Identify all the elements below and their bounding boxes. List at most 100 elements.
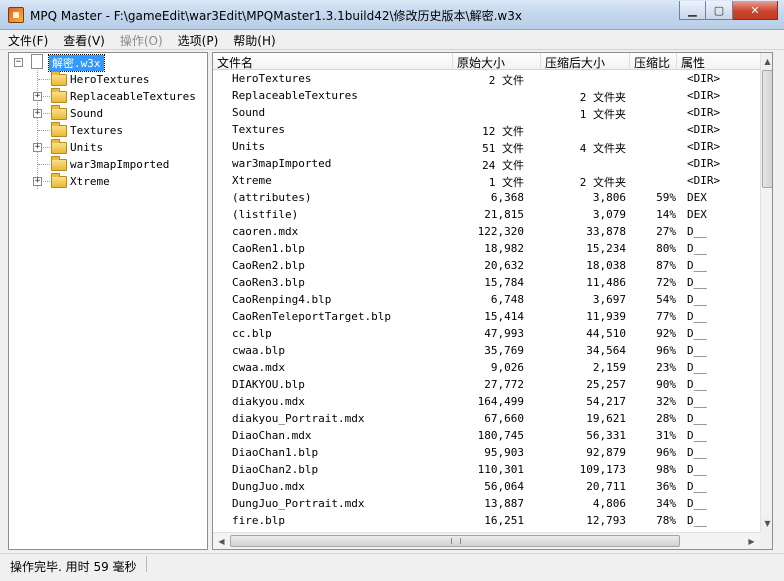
app-icon [8,7,24,23]
horizontal-scrollbar[interactable]: ◀ ▶ [213,532,760,549]
horizontal-scroll-thumb[interactable] [230,535,680,547]
table-row[interactable]: Sound 1 文件夹 <DIR> [213,104,760,121]
table-row[interactable]: caoren.mdx 122,320 33,878 27% D__ [213,223,760,240]
menu-help[interactable]: 帮助(H) [225,30,282,50]
close-icon: ✕ [750,3,760,17]
compressed-size-cell: 54,217 [586,395,626,408]
file-name-cell: (listfile) [232,208,299,221]
compressed-size-cell: 18,038 [586,259,626,272]
table-row[interactable]: fire.blp 16,251 12,793 78% D__ [213,512,760,529]
expand-icon[interactable]: + [33,109,42,118]
table-row[interactable]: (listfile) 21,815 3,079 14% DEX [213,206,760,223]
table-row[interactable]: ReplaceableTextures 2 文件夹 <DIR> [213,87,760,104]
tree-item[interactable]: HeroTextures [9,71,207,88]
table-row[interactable]: HeroTextures 2 文件 <DIR> [213,70,760,87]
file-name-cell: diakyou.mdx [232,395,305,408]
vertical-scroll-thumb[interactable] [762,70,772,188]
file-name-cell: Units [232,140,266,153]
ratio-cell: 36% [656,480,676,493]
table-row[interactable]: diakyou.mdx 164,499 54,217 32% D__ [213,393,760,410]
menu-operation[interactable]: 操作(O) [112,30,170,50]
expand-icon[interactable]: + [33,177,42,186]
scroll-right-icon[interactable]: ▶ [743,533,760,549]
table-row[interactable]: (attributes) 6,368 3,806 59% DEX [213,189,760,206]
tree-item[interactable]: + Xtreme [9,173,207,190]
vertical-scrollbar[interactable]: ▲ ▼ [760,53,772,532]
table-row[interactable]: Xtreme 1 文件 2 文件夹 <DIR> [213,172,760,189]
original-size-cell: 95,903 [484,446,524,459]
column-header-ratio[interactable]: 压缩比 [630,53,677,70]
attributes-cell: D__ [687,463,707,476]
scroll-up-icon[interactable]: ▲ [761,53,772,70]
table-row[interactable]: war3mapImported 24 文件 <DIR> [213,155,760,172]
table-row[interactable]: Units 51 文件 4 文件夹 <DIR> [213,138,760,155]
file-list[interactable]: 文件名 原始大小 压缩后大小 压缩比 属性 HeroTextures 2 文件 <D… [212,52,773,550]
menu-options[interactable]: 选项(P) [170,30,226,50]
table-row[interactable]: DiaoChan2.blp 110,301 109,173 98% D__ [213,461,760,478]
table-row[interactable]: CaoRenping4.blp 6,748 3,697 54% D__ [213,291,760,308]
table-row[interactable]: CaoRen2.blp 20,632 18,038 87% D__ [213,257,760,274]
column-header-name[interactable]: 文件名 [213,53,453,70]
attributes-cell: D__ [687,293,707,306]
scroll-down-icon[interactable]: ▼ [761,515,772,532]
ratio-cell: 80% [656,242,676,255]
scroll-left-icon[interactable]: ◀ [213,533,230,549]
file-name-cell: war3mapImported [232,157,332,170]
attributes-cell: <DIR> [687,174,721,187]
compressed-size-cell: 1 文件夹 [579,108,626,121]
menu-file[interactable]: 文件(F) [0,30,55,50]
attributes-cell: D__ [687,259,707,272]
tree-item[interactable]: Textures [9,122,207,139]
table-row[interactable]: CaoRen3.blp 15,784 11,486 72% D__ [213,274,760,291]
column-header-attributes[interactable]: 属性 [677,53,760,70]
folder-tree[interactable]: − 解密.w3x HeroTextures + ReplaceableTexture… [8,52,208,550]
menu-view[interactable]: 查看(V) [55,30,112,50]
table-row[interactable]: DungJuo_Portrait.mdx 13,887 4,806 34% D__ [213,495,760,512]
tree-item[interactable]: + Units [9,139,207,156]
original-size-cell: 47,993 [484,327,524,340]
table-row[interactable]: cc.blp 47,993 44,510 92% D__ [213,325,760,342]
ratio-cell: 59% [656,191,676,204]
file-name-cell: CaoRen3.blp [232,276,305,289]
original-size-cell: 18,982 [484,242,524,255]
table-row[interactable]: CaoRen1.blp 18,982 15,234 80% D__ [213,240,760,257]
table-row[interactable]: cwaa.mdx 9,026 2,159 23% D__ [213,359,760,376]
table-row[interactable]: DIAKYOU.blp 27,772 25,257 90% D__ [213,376,760,393]
file-name-cell: Textures [232,123,285,136]
column-header-original-size[interactable]: 原始大小 [453,53,541,70]
file-name-cell: Sound [232,106,266,119]
attributes-cell: D__ [687,344,707,357]
table-row[interactable]: DiaoChan.mdx 180,745 56,331 31% D__ [213,427,760,444]
file-name-cell: DiaoChan2.blp [232,463,319,476]
tree-item[interactable]: + Sound [9,105,207,122]
column-header-compressed-size[interactable]: 压缩后大小 [541,53,630,70]
compressed-size-cell: 12,793 [586,514,626,527]
compressed-size-cell: 109,173 [579,463,626,476]
tree-item[interactable]: + ReplaceableTextures [9,88,207,105]
tree-item-label: Sound [70,107,104,120]
table-row[interactable]: DiaoChan1.blp 95,903 92,879 96% D__ [213,444,760,461]
expand-icon[interactable]: + [33,143,42,152]
close-button[interactable]: ✕ [733,1,778,20]
table-row[interactable]: CaoRenTeleportTarget.blp 15,414 11,939 77% D… [213,308,760,325]
minimize-button[interactable]: ▁ [679,1,706,20]
expand-icon[interactable]: + [33,92,42,101]
table-row[interactable]: diakyou_Portrait.mdx 67,660 19,621 28% D__ [213,410,760,427]
table-row[interactable]: Textures 12 文件 <DIR> [213,121,760,138]
file-name-cell: (attributes) [232,191,312,204]
attributes-cell: DEX [687,191,707,204]
ratio-cell: 14% [656,208,676,221]
collapse-icon[interactable]: − [14,58,23,67]
tree-item-label: ReplaceableTextures [70,90,196,103]
table-row[interactable]: DungJuo.mdx 56,064 20,711 36% D__ [213,478,760,495]
maximize-button[interactable]: ▢ [706,1,733,20]
tree-root[interactable]: − 解密.w3x [9,54,207,72]
attributes-cell: D__ [687,480,707,493]
tree-item[interactable]: war3mapImported [9,156,207,173]
file-name-cell: DiaoChan1.blp [232,446,319,459]
ratio-cell: 34% [656,497,676,510]
table-row[interactable]: cwaa.blp 35,769 34,564 96% D__ [213,342,760,359]
attributes-cell: <DIR> [687,89,721,102]
original-size-cell: 122,320 [477,225,524,238]
original-size-cell: 35,769 [484,344,524,357]
